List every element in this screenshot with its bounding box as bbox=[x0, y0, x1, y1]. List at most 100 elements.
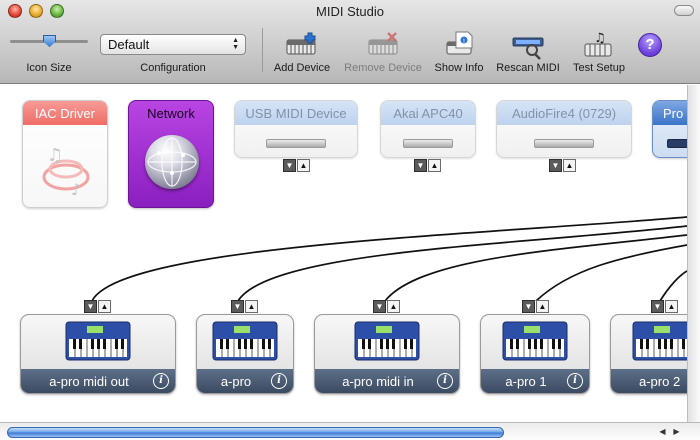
device-label: Pro bbox=[663, 106, 684, 121]
wire-a-pro bbox=[237, 225, 687, 302]
wire-a-pro-1 bbox=[535, 244, 687, 302]
wire-a-pro-2 bbox=[659, 270, 687, 302]
info-icon[interactable]: i bbox=[437, 373, 453, 389]
synth-keyboard-icon bbox=[354, 321, 420, 361]
svg-text:♪: ♪ bbox=[71, 180, 81, 199]
a-pro-midi-out-ports: ▼ ▲ bbox=[84, 300, 111, 313]
a-pro-ports: ▼ ▲ bbox=[231, 300, 258, 313]
port-out-icon[interactable]: ▲ bbox=[297, 159, 310, 172]
device-name: a-pro 2 bbox=[639, 374, 681, 389]
port-out-icon[interactable]: ▲ bbox=[428, 159, 441, 172]
port-out-icon[interactable]: ▲ bbox=[563, 159, 576, 172]
window-title: MIDI Studio bbox=[316, 4, 384, 19]
rescan-icon bbox=[512, 37, 544, 60]
interface-icon bbox=[667, 139, 687, 148]
rack-interface-icon bbox=[403, 139, 453, 148]
external-device-a-pro-midi-out[interactable]: a-pro midi out i bbox=[20, 314, 176, 394]
rescan-midi-button[interactable] bbox=[510, 30, 550, 60]
scroll-right-arrow-icon[interactable]: ▶ bbox=[670, 426, 683, 438]
port-in-icon[interactable]: ▼ bbox=[231, 300, 244, 313]
device-name-bar: a-pro midi out i bbox=[21, 369, 175, 393]
device-label: USB MIDI Device bbox=[245, 106, 347, 121]
toolbar-toggle-button[interactable] bbox=[674, 5, 694, 16]
configuration-popup[interactable]: Default ▲ ▼ bbox=[100, 34, 246, 55]
iac-music-icon: ♫ ♪ bbox=[42, 145, 90, 199]
device-name-bar: a-pro 2 bbox=[611, 369, 687, 393]
test-setup-label: Test Setup bbox=[573, 62, 625, 74]
window-toolbar: MIDI Studio Icon Size Default ▲ ▼ Configu… bbox=[0, 0, 700, 84]
info-icon[interactable]: i bbox=[271, 373, 287, 389]
info-icon[interactable]: i bbox=[153, 373, 169, 389]
rack-interface-icon bbox=[534, 139, 594, 148]
configuration-value: Default bbox=[108, 37, 150, 52]
port-in-icon[interactable]: ▼ bbox=[651, 300, 664, 313]
wire-a-pro-midi-out bbox=[91, 216, 687, 302]
a-pro-midi-in-ports: ▼ ▲ bbox=[373, 300, 400, 313]
keyboard-add-icon bbox=[286, 32, 316, 55]
port-out-icon[interactable]: ▲ bbox=[536, 300, 549, 313]
horizontal-scroll-thumb[interactable] bbox=[7, 427, 504, 438]
external-device-a-pro[interactable]: a-pro i bbox=[196, 314, 294, 394]
device-label: Network bbox=[147, 106, 195, 121]
slider-thumb[interactable] bbox=[43, 35, 56, 47]
external-device-a-pro-midi-in[interactable]: a-pro midi in i bbox=[314, 314, 460, 394]
horizontal-scrollbar[interactable]: ◀ ▶ bbox=[0, 422, 700, 440]
rescan-midi-label: Rescan MIDI bbox=[496, 62, 560, 74]
device-name-bar: a-pro i bbox=[197, 369, 293, 393]
port-in-icon[interactable]: ▼ bbox=[549, 159, 562, 172]
device-name: a-pro midi in bbox=[342, 374, 414, 389]
configuration-label: Configuration bbox=[140, 62, 206, 74]
device-name: a-pro 1 bbox=[505, 374, 547, 389]
synth-keyboard-icon bbox=[502, 321, 568, 361]
device-audiofire4[interactable]: AudioFire4 (0729) bbox=[496, 100, 632, 158]
akai-ports: ▼ ▲ bbox=[414, 159, 441, 172]
icon-size-label: Icon Size bbox=[26, 62, 72, 74]
synth-keyboard-icon bbox=[632, 321, 687, 361]
usb-midi-ports: ▼ ▲ bbox=[283, 159, 310, 172]
network-globe-icon bbox=[145, 135, 199, 189]
test-setup-button[interactable]: ♫ bbox=[582, 30, 622, 60]
remove-device-button[interactable] bbox=[366, 30, 406, 60]
port-in-icon[interactable]: ▼ bbox=[373, 300, 386, 313]
scroll-left-arrow-icon[interactable]: ◀ bbox=[656, 426, 669, 438]
port-in-icon[interactable]: ▼ bbox=[84, 300, 97, 313]
device-name: a-pro midi out bbox=[49, 374, 129, 389]
device-name-bar: a-pro 1 i bbox=[481, 369, 589, 393]
device-name-bar: a-pro midi in i bbox=[315, 369, 459, 393]
info-document-icon: i bbox=[446, 31, 473, 55]
port-out-icon[interactable]: ▲ bbox=[665, 300, 678, 313]
device-label: AudioFire4 (0729) bbox=[511, 106, 617, 121]
toolbar-separator bbox=[262, 28, 263, 72]
port-in-icon[interactable]: ▼ bbox=[522, 300, 535, 313]
device-network[interactable]: Network bbox=[128, 100, 214, 208]
external-device-a-pro-1[interactable]: a-pro 1 i bbox=[480, 314, 590, 394]
external-device-a-pro-2[interactable]: a-pro 2 bbox=[610, 314, 687, 394]
a-pro-2-ports: ▼ ▲ bbox=[651, 300, 678, 313]
synth-keyboard-icon bbox=[212, 321, 278, 361]
info-icon[interactable]: i bbox=[567, 373, 583, 389]
port-in-icon[interactable]: ▼ bbox=[414, 159, 427, 172]
port-out-icon[interactable]: ▲ bbox=[98, 300, 111, 313]
icon-size-slider[interactable] bbox=[10, 34, 88, 48]
svg-text:♫: ♫ bbox=[594, 31, 606, 46]
add-device-button[interactable] bbox=[284, 30, 324, 60]
device-akai-apc40[interactable]: Akai APC40 bbox=[380, 100, 476, 158]
vertical-scrollbar[interactable] bbox=[687, 85, 700, 422]
device-iac-driver[interactable]: IAC Driver ♫ ♪ bbox=[22, 100, 108, 208]
rack-interface-icon bbox=[266, 139, 326, 148]
port-in-icon[interactable]: ▼ bbox=[283, 159, 296, 172]
synth-keyboard-icon bbox=[65, 321, 131, 361]
device-canvas[interactable]: IAC Driver ♫ ♪ Network USB MIDI Device ▼… bbox=[0, 85, 687, 422]
device-label: Akai APC40 bbox=[393, 106, 463, 121]
popup-arrows-icon: ▲ ▼ bbox=[232, 37, 239, 51]
show-info-button[interactable]: i bbox=[442, 30, 482, 60]
show-info-label: Show Info bbox=[434, 62, 484, 74]
device-usb-midi[interactable]: USB MIDI Device bbox=[234, 100, 358, 158]
a-pro-1-ports: ▼ ▲ bbox=[522, 300, 549, 313]
port-out-icon[interactable]: ▲ bbox=[387, 300, 400, 313]
help-button[interactable]: ? bbox=[638, 33, 662, 57]
add-device-label: Add Device bbox=[273, 62, 331, 74]
wire-a-pro-midi-in bbox=[384, 234, 687, 302]
device-pro[interactable]: Pro bbox=[652, 100, 687, 158]
port-out-icon[interactable]: ▲ bbox=[245, 300, 258, 313]
